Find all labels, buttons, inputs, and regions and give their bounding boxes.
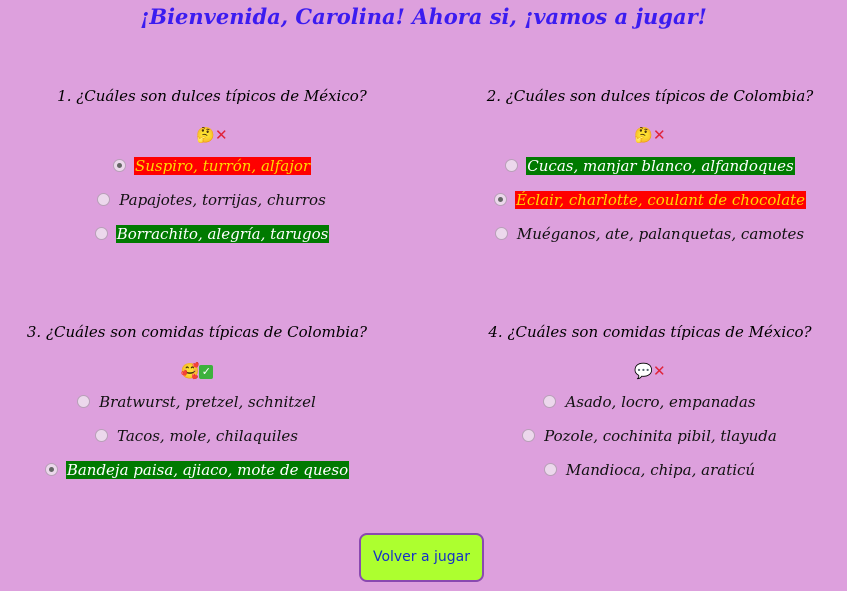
radio-button[interactable] — [494, 227, 508, 240]
question-3: 3. ¿Cuáles son comidas típicas de Colomb… — [0, 322, 409, 494]
smiling-face-with-hearts-icon: 🥰 — [180, 362, 200, 380]
answer-label: Muéganos, ate, palanquetas, camotes — [516, 225, 805, 243]
thinking-face-icon: 🤔 — [634, 126, 654, 144]
answer-option[interactable]: Suspiro, turrón, alfajor — [0, 156, 424, 176]
cross-mark-icon: ✕ — [653, 362, 666, 380]
question-1: 1. ¿Cuáles son dulces típicos de México?… — [0, 86, 424, 258]
answer-option[interactable]: Bratwurst, pretzel, schnitzel — [0, 392, 409, 412]
feedback: 🥰 ✓ — [0, 361, 409, 381]
answer-label: Bandeja paisa, ajiaco, mote de queso — [65, 461, 350, 479]
answer-label: Borrachito, alegría, tarugos — [115, 225, 330, 243]
radio-button[interactable] — [505, 159, 519, 172]
answer-option[interactable]: Tacos, mole, chilaquiles — [0, 426, 409, 446]
question-text: 2. ¿Cuáles son dulces típicos de Colombi… — [486, 87, 814, 105]
radio-button[interactable] — [543, 395, 557, 408]
page-title: ¡Bienvenida, Carolina! Ahora si, ¡vamos … — [140, 4, 707, 29]
radio-button[interactable] — [522, 429, 536, 442]
cross-mark-icon: ✕ — [653, 126, 666, 144]
cross-mark-icon: ✕ — [215, 126, 228, 144]
answer-option[interactable]: Bandeja paisa, ajiaco, mote de queso — [0, 460, 409, 480]
feedback: 💬✕ — [438, 361, 847, 381]
radio-button[interactable] — [112, 159, 126, 172]
answer-label: Suspiro, turrón, alfajor — [133, 157, 312, 175]
question-text: 3. ¿Cuáles son comidas típicas de Colomb… — [26, 323, 368, 341]
answer-option[interactable]: Éclair, charlotte, coulant de chocolate — [438, 190, 847, 210]
answer-option[interactable]: Pozole, cochinita pibil, tlayuda — [438, 426, 847, 446]
radio-button[interactable] — [97, 193, 111, 206]
answer-label: Asado, locro, empanadas — [565, 393, 756, 411]
answer-option[interactable]: Papajotes, torrijas, churros — [0, 190, 424, 210]
radio-button[interactable] — [95, 429, 109, 442]
answer-label: Mandioca, chipa, araticú — [565, 461, 756, 479]
question-2: 2. ¿Cuáles son dulces típicos de Colombi… — [438, 86, 847, 258]
answer-option[interactable]: Borrachito, alegría, tarugos — [0, 224, 424, 244]
answer-label: Cucas, manjar blanco, alfandoques — [526, 157, 795, 175]
radio-button[interactable] — [94, 227, 108, 240]
radio-button[interactable] — [543, 463, 557, 476]
feedback: 🤔✕ — [0, 125, 424, 145]
radio-button[interactable] — [77, 395, 91, 408]
answer-option[interactable]: Muéganos, ate, palanquetas, camotes — [438, 224, 847, 244]
answer-label: Éclair, charlotte, coulant de chocolate — [514, 191, 807, 209]
answer-option[interactable]: Cucas, manjar blanco, alfandoques — [438, 156, 847, 176]
replay-button[interactable]: Volver a jugar — [359, 533, 484, 582]
feedback: 🤔✕ — [438, 125, 847, 145]
thinking-face-icon: 🤔 — [196, 126, 216, 144]
answer-label: Tacos, mole, chilaquiles — [117, 427, 298, 445]
answer-option[interactable]: Mandioca, chipa, araticú — [438, 460, 847, 480]
question-4: 4. ¿Cuáles son comidas típicas de México… — [438, 322, 847, 494]
question-text: 1. ¿Cuáles son dulces típicos de México? — [57, 87, 367, 105]
answer-label: Pozole, cochinita pibil, tlayuda — [544, 427, 777, 445]
question-text: 4. ¿Cuáles son comidas típicas de México… — [488, 323, 812, 341]
answer-label: Papajotes, torrijas, churros — [119, 191, 326, 209]
radio-button[interactable] — [44, 463, 58, 476]
answer-option[interactable]: Asado, locro, empanadas — [438, 392, 847, 412]
answer-label: Bratwurst, pretzel, schnitzel — [99, 393, 316, 411]
speech-bubble-icon: 💬 — [634, 362, 654, 380]
check-mark-icon: ✓ — [199, 365, 214, 379]
radio-button[interactable] — [493, 193, 507, 206]
